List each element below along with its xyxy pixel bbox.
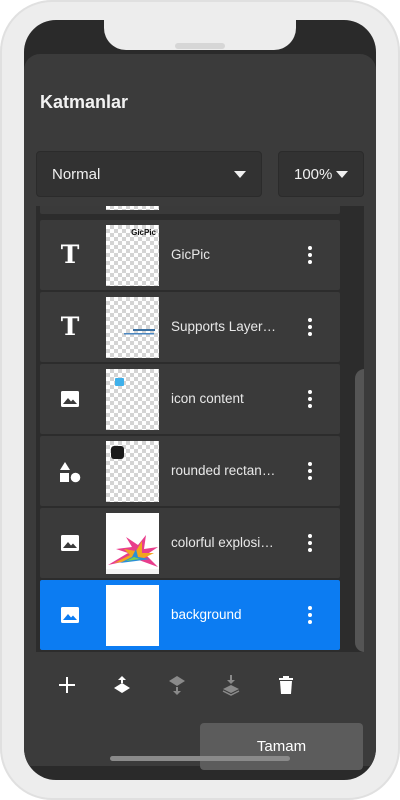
phone-frame: Katmanlar Normal 100% T GicPic GicPic T …	[0, 0, 400, 800]
layer-label: icon content	[171, 391, 244, 406]
caret-down-icon	[234, 170, 246, 178]
screen: Katmanlar Normal 100% T GicPic GicPic T …	[24, 20, 376, 780]
layer-row[interactable]: colorful explosi…	[40, 508, 340, 578]
layer-label: rounded rectan…	[171, 463, 276, 478]
text-icon: T	[60, 312, 80, 341]
thumbnail-text-preview	[124, 329, 155, 335]
opacity-value: 100%	[294, 165, 333, 183]
thumbnail-icon-preview	[115, 378, 124, 386]
trash-icon[interactable]	[275, 674, 297, 696]
thumbnail-text: GicPic	[131, 228, 156, 237]
layer-list[interactable]: T GicPic GicPic T Supports Layer… icon c…	[36, 206, 364, 652]
layer-row[interactable]: T Supports Layer…	[40, 292, 340, 362]
more-options-icon[interactable]	[300, 528, 320, 558]
thumbnail-explosion-preview	[106, 535, 159, 574]
image-icon	[58, 532, 82, 556]
image-icon	[58, 604, 82, 628]
more-options-icon[interactable]	[300, 240, 320, 270]
speaker	[175, 43, 225, 49]
caret-down-icon	[336, 170, 348, 178]
more-options-icon[interactable]	[300, 312, 320, 342]
layer-label: colorful explosi…	[171, 535, 274, 550]
layer-row-partial[interactable]	[40, 206, 340, 214]
move-up-icon[interactable]	[111, 674, 133, 696]
plus-icon[interactable]	[56, 674, 78, 696]
layer-thumbnail	[106, 513, 159, 574]
layer-row[interactable]: rounded rectan…	[40, 436, 340, 506]
layer-thumbnail	[106, 441, 159, 502]
blend-mode-value: Normal	[52, 165, 101, 183]
layer-thumbnail	[106, 369, 159, 430]
home-indicator[interactable]	[110, 756, 290, 761]
shapes-icon	[58, 460, 82, 484]
layer-label: GicPic	[171, 247, 211, 262]
done-button[interactable]: Tamam	[200, 723, 363, 770]
layer-row-selected[interactable]: background	[40, 580, 340, 650]
blend-mode-dropdown[interactable]: Normal	[36, 151, 262, 197]
image-icon	[58, 388, 82, 412]
layer-thumbnail	[106, 585, 159, 646]
layer-label: background	[171, 607, 242, 622]
thumbnail-shape-preview	[111, 446, 124, 459]
more-options-icon[interactable]	[300, 384, 320, 414]
layer-thumbnail: GicPic	[106, 225, 159, 286]
scrollbar-thumb[interactable]	[355, 369, 364, 652]
layer-row[interactable]: T GicPic GicPic	[40, 220, 340, 290]
panel-title: Katmanlar	[40, 92, 129, 112]
layer-label: Supports Layer…	[171, 319, 277, 334]
layer-thumbnail	[106, 206, 159, 210]
move-down-icon[interactable]	[166, 674, 188, 696]
opacity-dropdown[interactable]: 100%	[278, 151, 364, 197]
layers-panel: Katmanlar Normal 100% T GicPic GicPic T …	[24, 54, 376, 770]
more-options-icon[interactable]	[300, 456, 320, 486]
merge-down-icon[interactable]	[220, 674, 242, 696]
layer-row[interactable]: icon content	[40, 364, 340, 434]
text-icon: T	[60, 240, 80, 269]
more-options-icon[interactable]	[300, 600, 320, 630]
layer-thumbnail	[106, 297, 159, 358]
